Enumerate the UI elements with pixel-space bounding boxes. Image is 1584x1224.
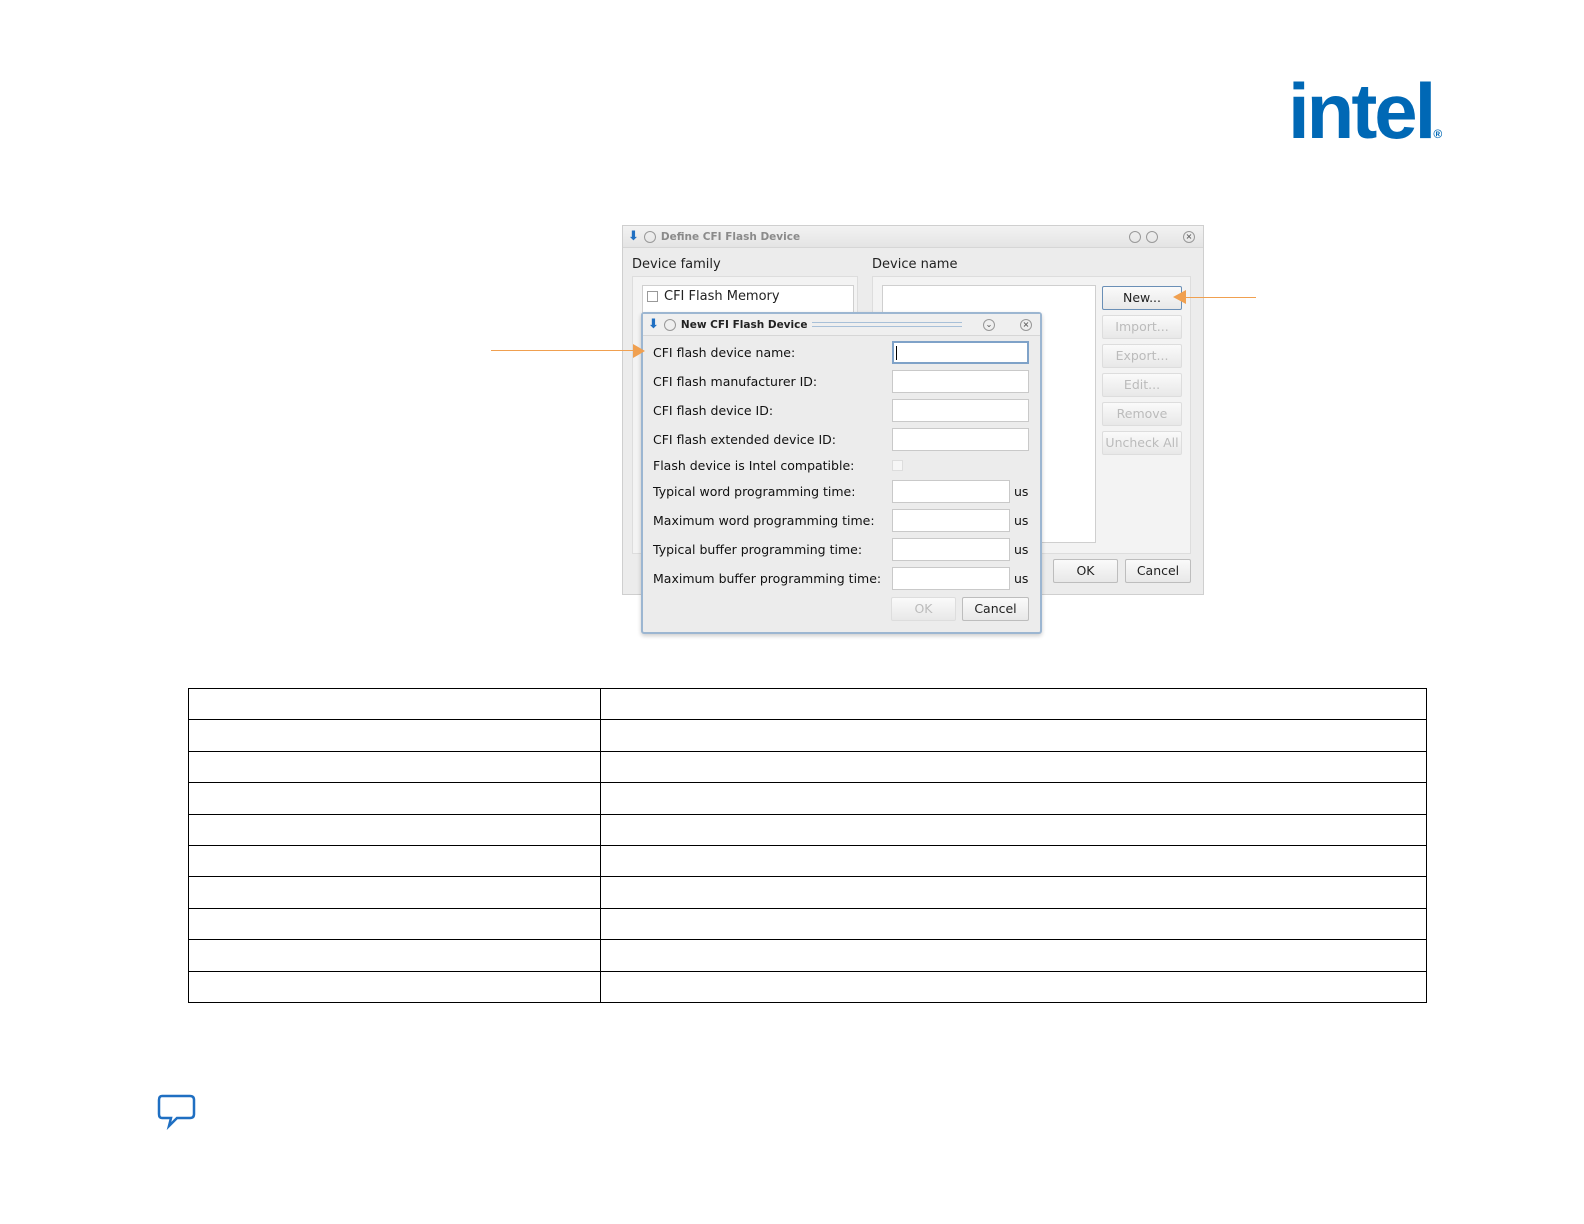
device-name-label: CFI flash device name: <box>653 345 796 360</box>
minimize-icon[interactable]: ⌄ <box>983 318 995 331</box>
import-button[interactable]: Import... <box>1102 315 1182 339</box>
close-icon[interactable]: × <box>1183 230 1195 243</box>
typical-word-time-label: Typical word programming time: <box>653 484 856 499</box>
table-row <box>188 907 1427 941</box>
table-row <box>188 719 1427 752</box>
unit-label: us <box>1014 571 1029 586</box>
app-icon: ⬇ <box>648 317 659 332</box>
max-buffer-time-input[interactable] <box>892 567 1010 590</box>
table-row <box>188 813 1427 846</box>
export-button[interactable]: Export... <box>1102 344 1182 368</box>
checkbox[interactable] <box>647 291 658 302</box>
manufacturer-id-input[interactable] <box>892 370 1029 393</box>
intel-compatible-checkbox[interactable] <box>892 460 903 471</box>
maximize-icon[interactable] <box>1146 230 1158 243</box>
max-word-time-input[interactable] <box>892 509 1010 532</box>
title-bar: ⬇ New CFI Flash Device ⌄ × <box>643 314 1040 336</box>
new-cfi-flash-device-dialog: ⬇ New CFI Flash Device ⌄ × CFI flash dev… <box>641 312 1042 634</box>
feedback-chat-icon[interactable] <box>157 1094 197 1130</box>
unit-label: us <box>1014 484 1029 499</box>
table-row <box>188 782 1427 815</box>
cancel-button[interactable]: Cancel <box>962 597 1029 621</box>
title-bar: ⬇ Define CFI Flash Device × <box>623 226 1203 248</box>
typical-word-time-input[interactable] <box>892 480 1010 503</box>
typical-buffer-time-label: Typical buffer programming time: <box>653 542 863 557</box>
window-title: Define CFI Flash Device <box>660 230 801 243</box>
device-name-input[interactable] <box>892 341 1029 364</box>
content-table <box>188 687 1427 1003</box>
remove-button[interactable]: Remove <box>1102 402 1182 426</box>
title-grip <box>812 322 963 327</box>
edit-button[interactable]: Edit... <box>1102 373 1182 397</box>
logo-mark: ® <box>1433 127 1443 141</box>
manufacturer-id-label: CFI flash manufacturer ID: <box>653 374 818 389</box>
max-buffer-time-label: Maximum buffer programming time: <box>653 571 882 586</box>
logo-text: intel <box>1288 67 1436 155</box>
cancel-button[interactable]: Cancel <box>1125 559 1191 583</box>
max-word-time-label: Maximum word programming time: <box>653 513 875 528</box>
family-item[interactable]: CFI Flash Memory <box>643 286 853 307</box>
device-id-label: CFI flash device ID: <box>653 403 774 418</box>
unit-label: us <box>1014 513 1029 528</box>
table-row <box>188 876 1427 909</box>
typical-buffer-time-input[interactable] <box>892 538 1010 561</box>
ok-button[interactable]: OK <box>1053 559 1118 583</box>
table-row <box>188 970 1427 1003</box>
intel-logo: intel® <box>1288 72 1442 150</box>
device-family-label: Device family <box>632 257 721 272</box>
table-row <box>188 687 1427 721</box>
minimize-icon[interactable] <box>1129 230 1141 243</box>
intel-compatible-label: Flash device is Intel compatible: <box>653 458 855 473</box>
extended-device-id-label: CFI flash extended device ID: <box>653 432 836 447</box>
unit-label: us <box>1014 542 1029 557</box>
callout-arrow-line <box>1186 297 1256 298</box>
menu-icon[interactable] <box>663 318 676 331</box>
menu-icon[interactable] <box>643 230 656 243</box>
device-id-input[interactable] <box>892 399 1029 422</box>
extended-device-id-input[interactable] <box>892 428 1029 451</box>
new-button[interactable]: New... <box>1102 286 1182 310</box>
family-item-label: CFI Flash Memory <box>664 289 780 304</box>
device-name-label: Device name <box>872 257 958 272</box>
table-row <box>188 750 1427 784</box>
table-row <box>188 844 1427 878</box>
ok-button[interactable]: OK <box>891 597 956 621</box>
callout-arrow-head <box>633 344 645 358</box>
app-icon: ⬇ <box>628 229 639 244</box>
uncheck-all-button[interactable]: Uncheck All <box>1102 431 1182 455</box>
dialog-title: New CFI Flash Device <box>680 318 808 331</box>
table-row <box>188 939 1427 972</box>
callout-arrow-line <box>491 350 633 351</box>
callout-arrow-head <box>1173 290 1186 304</box>
close-icon[interactable]: × <box>1020 318 1032 331</box>
